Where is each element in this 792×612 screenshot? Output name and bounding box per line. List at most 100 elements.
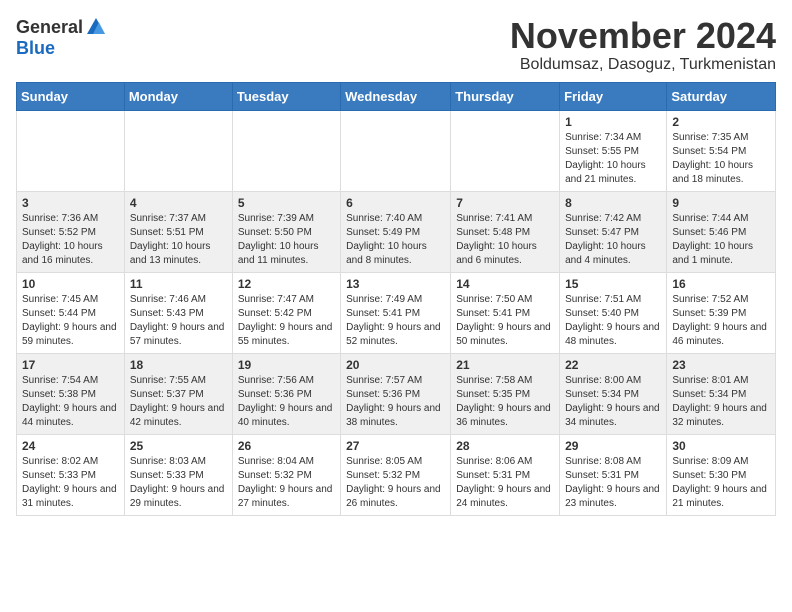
day-number: 6 — [346, 196, 445, 210]
calendar-week-row: 17Sunrise: 7:54 AM Sunset: 5:38 PM Dayli… — [17, 353, 776, 434]
calendar-table: SundayMondayTuesdayWednesdayThursdayFrid… — [16, 82, 776, 516]
calendar-cell: 3Sunrise: 7:36 AM Sunset: 5:52 PM Daylig… — [17, 191, 125, 272]
day-number: 2 — [672, 115, 770, 129]
day-info: Sunrise: 7:47 AM Sunset: 5:42 PM Dayligh… — [238, 293, 335, 349]
calendar-cell: 12 Sunrise: 7:47 AM Sunset: 5:42 PM Dayli… — [232, 272, 340, 353]
weekday-header: Tuesday — [232, 82, 340, 110]
day-info: Sunrise: 7:37 AM Sunset: 5:51 PM Dayligh… — [130, 212, 227, 268]
month-title: November 2024 — [510, 16, 776, 56]
day-number: 19 — [238, 358, 335, 372]
weekday-header: Sunday — [17, 82, 125, 110]
day-info: Sunrise: 8:01 AM Sunset: 5:34 PM Dayligh… — [672, 374, 770, 430]
day-info: Sunrise: 8:08 AM Sunset: 5:31 PM Dayligh… — [565, 455, 661, 511]
day-info: Sunrise: 7:56 AM Sunset: 5:36 PM Dayligh… — [238, 374, 335, 430]
day-number: 21 — [456, 358, 554, 372]
calendar-cell: 16 Sunrise: 7:52 AM Sunset: 5:39 PM Dayli… — [667, 272, 776, 353]
day-info: Sunrise: 7:51 AM Sunset: 5:40 PM Dayligh… — [565, 293, 661, 349]
calendar-week-row: 1 Sunrise: 7:34 AM Sunset: 5:55 PM Daylig… — [17, 110, 776, 191]
calendar-cell: 29Sunrise: 8:08 AM Sunset: 5:31 PM Dayli… — [560, 434, 667, 515]
logo-general-text: General — [16, 17, 83, 38]
day-info: Sunrise: 7:40 AM Sunset: 5:49 PM Dayligh… — [346, 212, 445, 268]
day-info: Sunrise: 7:52 AM Sunset: 5:39 PM Dayligh… — [672, 293, 770, 349]
day-number: 24 — [22, 439, 119, 453]
day-info: Sunrise: 7:42 AM Sunset: 5:47 PM Dayligh… — [565, 212, 661, 268]
day-info: Sunrise: 7:34 AM Sunset: 5:55 PM Dayligh… — [565, 131, 661, 187]
day-info: Sunrise: 7:41 AM Sunset: 5:48 PM Dayligh… — [456, 212, 554, 268]
day-number: 11 — [130, 277, 227, 291]
calendar-cell: 2Sunrise: 7:35 AM Sunset: 5:54 PM Daylig… — [667, 110, 776, 191]
weekday-header: Monday — [124, 82, 232, 110]
calendar-cell: 7 Sunrise: 7:41 AM Sunset: 5:48 PM Daylig… — [451, 191, 560, 272]
calendar-cell: 14 Sunrise: 7:50 AM Sunset: 5:41 PM Dayli… — [451, 272, 560, 353]
calendar-cell — [451, 110, 560, 191]
day-number: 4 — [130, 196, 227, 210]
day-number: 27 — [346, 439, 445, 453]
day-number: 16 — [672, 277, 770, 291]
day-number: 1 — [565, 115, 661, 129]
day-info: Sunrise: 8:09 AM Sunset: 5:30 PM Dayligh… — [672, 455, 770, 511]
title-block: November 2024 Boldumsaz, Dasoguz, Turkme… — [510, 16, 776, 74]
day-info: Sunrise: 7:57 AM Sunset: 5:36 PM Dayligh… — [346, 374, 445, 430]
day-info: Sunrise: 8:06 AM Sunset: 5:31 PM Dayligh… — [456, 455, 554, 511]
day-number: 26 — [238, 439, 335, 453]
day-number: 5 — [238, 196, 335, 210]
day-info: Sunrise: 7:55 AM Sunset: 5:37 PM Dayligh… — [130, 374, 227, 430]
weekday-header: Thursday — [451, 82, 560, 110]
day-number: 14 — [456, 277, 554, 291]
day-info: Sunrise: 7:49 AM Sunset: 5:41 PM Dayligh… — [346, 293, 445, 349]
day-number: 3 — [22, 196, 119, 210]
calendar-cell — [341, 110, 451, 191]
calendar-week-row: 24 Sunrise: 8:02 AM Sunset: 5:33 PM Dayli… — [17, 434, 776, 515]
calendar-cell: 17Sunrise: 7:54 AM Sunset: 5:38 PM Dayli… — [17, 353, 125, 434]
calendar-cell: 25Sunrise: 8:03 AM Sunset: 5:33 PM Dayli… — [124, 434, 232, 515]
calendar-cell: 10Sunrise: 7:45 AM Sunset: 5:44 PM Dayli… — [17, 272, 125, 353]
weekday-header: Friday — [560, 82, 667, 110]
logo-blue-text: Blue — [16, 38, 55, 59]
calendar-cell: 20 Sunrise: 7:57 AM Sunset: 5:36 PM Dayli… — [341, 353, 451, 434]
day-number: 7 — [456, 196, 554, 210]
day-info: Sunrise: 7:45 AM Sunset: 5:44 PM Dayligh… — [22, 293, 119, 349]
day-number: 30 — [672, 439, 770, 453]
calendar-cell — [124, 110, 232, 191]
day-number: 13 — [346, 277, 445, 291]
location-title: Boldumsaz, Dasoguz, Turkmenistan — [510, 56, 776, 74]
day-number: 12 — [238, 277, 335, 291]
day-number: 22 — [565, 358, 661, 372]
calendar-cell: 9 Sunrise: 7:44 AM Sunset: 5:46 PM Daylig… — [667, 191, 776, 272]
day-info: Sunrise: 7:58 AM Sunset: 5:35 PM Dayligh… — [456, 374, 554, 430]
day-number: 25 — [130, 439, 227, 453]
calendar-cell: 1 Sunrise: 7:34 AM Sunset: 5:55 PM Daylig… — [560, 110, 667, 191]
calendar-header-row: SundayMondayTuesdayWednesdayThursdayFrid… — [17, 82, 776, 110]
calendar-cell: 4 Sunrise: 7:37 AM Sunset: 5:51 PM Daylig… — [124, 191, 232, 272]
calendar-cell: 27 Sunrise: 8:05 AM Sunset: 5:32 PM Dayli… — [341, 434, 451, 515]
logo: General Blue — [16, 16, 107, 59]
calendar-cell: 13 Sunrise: 7:49 AM Sunset: 5:41 PM Dayli… — [341, 272, 451, 353]
page-header: General Blue November 2024 Boldumsaz, Da… — [16, 16, 776, 74]
calendar-cell: 8 Sunrise: 7:42 AM Sunset: 5:47 PM Daylig… — [560, 191, 667, 272]
calendar-cell: 15 Sunrise: 7:51 AM Sunset: 5:40 PM Dayli… — [560, 272, 667, 353]
day-info: Sunrise: 7:44 AM Sunset: 5:46 PM Dayligh… — [672, 212, 770, 268]
calendar-week-row: 3Sunrise: 7:36 AM Sunset: 5:52 PM Daylig… — [17, 191, 776, 272]
day-number: 20 — [346, 358, 445, 372]
day-info: Sunrise: 7:50 AM Sunset: 5:41 PM Dayligh… — [456, 293, 554, 349]
logo-icon — [85, 16, 107, 38]
calendar-cell: 5 Sunrise: 7:39 AM Sunset: 5:50 PM Daylig… — [232, 191, 340, 272]
day-number: 17 — [22, 358, 119, 372]
day-info: Sunrise: 8:02 AM Sunset: 5:33 PM Dayligh… — [22, 455, 119, 511]
day-number: 28 — [456, 439, 554, 453]
weekday-header: Wednesday — [341, 82, 451, 110]
day-info: Sunrise: 8:05 AM Sunset: 5:32 PM Dayligh… — [346, 455, 445, 511]
day-number: 8 — [565, 196, 661, 210]
calendar-cell: 23 Sunrise: 8:01 AM Sunset: 5:34 PM Dayli… — [667, 353, 776, 434]
calendar-cell: 24 Sunrise: 8:02 AM Sunset: 5:33 PM Dayli… — [17, 434, 125, 515]
day-number: 9 — [672, 196, 770, 210]
day-number: 15 — [565, 277, 661, 291]
day-info: Sunrise: 8:00 AM Sunset: 5:34 PM Dayligh… — [565, 374, 661, 430]
calendar-cell: 30 Sunrise: 8:09 AM Sunset: 5:30 PM Dayli… — [667, 434, 776, 515]
calendar-cell: 28 Sunrise: 8:06 AM Sunset: 5:31 PM Dayli… — [451, 434, 560, 515]
calendar-week-row: 10Sunrise: 7:45 AM Sunset: 5:44 PM Dayli… — [17, 272, 776, 353]
calendar-cell: 22 Sunrise: 8:00 AM Sunset: 5:34 PM Dayli… — [560, 353, 667, 434]
day-number: 23 — [672, 358, 770, 372]
calendar-cell: 19 Sunrise: 7:56 AM Sunset: 5:36 PM Dayli… — [232, 353, 340, 434]
day-info: Sunrise: 7:39 AM Sunset: 5:50 PM Dayligh… — [238, 212, 335, 268]
